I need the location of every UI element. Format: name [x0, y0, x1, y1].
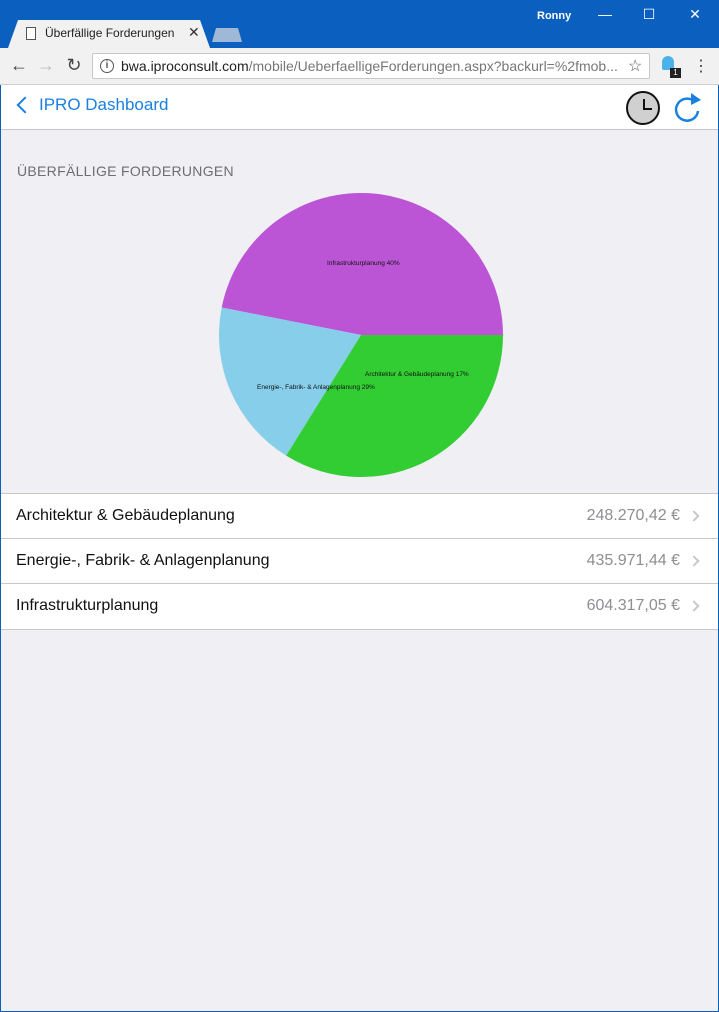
close-tab-icon[interactable]: ✕	[188, 24, 200, 41]
address-bar[interactable]: i bwa.iproconsult.com/mobile/Ueberfaelli…	[92, 53, 650, 79]
window-titlebar: Überfällige Forderungen ✕ Ronny — ☐ ✕	[0, 0, 719, 48]
pie-slice-label: Architektur & Gebäudeplanung 17%	[365, 371, 469, 378]
minimize-icon[interactable]: —	[590, 6, 620, 26]
page-content: IPRO Dashboard ÜBERFÄLLIGE FORDERUNGEN I…	[1, 85, 718, 1011]
tab-title: Überfällige Forderungen	[45, 26, 175, 40]
list-item-label: Energie-, Fabrik- & Anlagenplanung	[16, 552, 270, 569]
chevron-left-icon	[16, 96, 34, 114]
url-text[interactable]: bwa.iproconsult.com/mobile/Ueberfaellige…	[121, 58, 621, 74]
chevron-right-icon	[688, 600, 700, 612]
list-item-label: Architektur & Gebäudeplanung	[16, 507, 235, 524]
clock-icon[interactable]	[626, 91, 660, 125]
info-icon[interactable]: i	[100, 59, 114, 73]
pie-slice-label: Energie-, Fabrik- & Anlagenplanung 29%	[257, 384, 375, 391]
browser-toolbar: ← → ↻ i bwa.iproconsult.com/mobile/Ueber…	[0, 48, 719, 85]
profile-name[interactable]: Ronny	[537, 10, 571, 22]
extension-badge: 1	[670, 68, 681, 78]
list-item[interactable]: Infrastrukturplanung 604.317,05 €	[1, 584, 718, 629]
list-item[interactable]: Energie-, Fabrik- & Anlagenplanung 435.97…	[1, 539, 718, 584]
extension-icon[interactable]: 1	[660, 56, 682, 78]
page-icon	[26, 27, 36, 40]
browser-tab[interactable]: Überfällige Forderungen ✕	[8, 20, 210, 48]
pie-slice-label: Infrastrukturplanung 40%	[327, 260, 400, 267]
back-label: IPRO Dashboard	[39, 95, 169, 114]
receivables-list: Architektur & Gebäudeplanung 248.270,42 €…	[1, 493, 718, 630]
refresh-icon[interactable]	[673, 91, 703, 125]
list-item-value: 248.270,42 €	[586, 507, 680, 524]
back-arrow-icon[interactable]: ←	[8, 54, 30, 76]
bookmark-star-icon[interactable]: ☆	[628, 56, 642, 76]
app-header: IPRO Dashboard	[1, 85, 718, 130]
list-item-value: 435.971,44 €	[586, 552, 680, 569]
list-item-label: Infrastrukturplanung	[16, 597, 159, 614]
back-button[interactable]: IPRO Dashboard	[15, 95, 168, 115]
list-item[interactable]: Architektur & Gebäudeplanung 248.270,42 €	[1, 494, 718, 539]
pie-chart: Infrastrukturplanung 40% Architektur & Ge…	[219, 193, 503, 478]
chevron-right-icon	[688, 555, 700, 567]
new-tab-button[interactable]	[212, 28, 242, 42]
list-item-value: 604.317,05 €	[586, 597, 680, 614]
menu-icon[interactable]: ⋮	[693, 56, 709, 76]
reload-icon[interactable]: ↻	[63, 54, 85, 76]
close-window-icon[interactable]: ✕	[680, 6, 710, 26]
section-title: ÜBERFÄLLIGE FORDERUNGEN	[17, 163, 234, 179]
maximize-icon[interactable]: ☐	[634, 6, 664, 26]
forward-arrow-icon[interactable]: →	[35, 54, 57, 76]
chevron-right-icon	[688, 510, 700, 522]
